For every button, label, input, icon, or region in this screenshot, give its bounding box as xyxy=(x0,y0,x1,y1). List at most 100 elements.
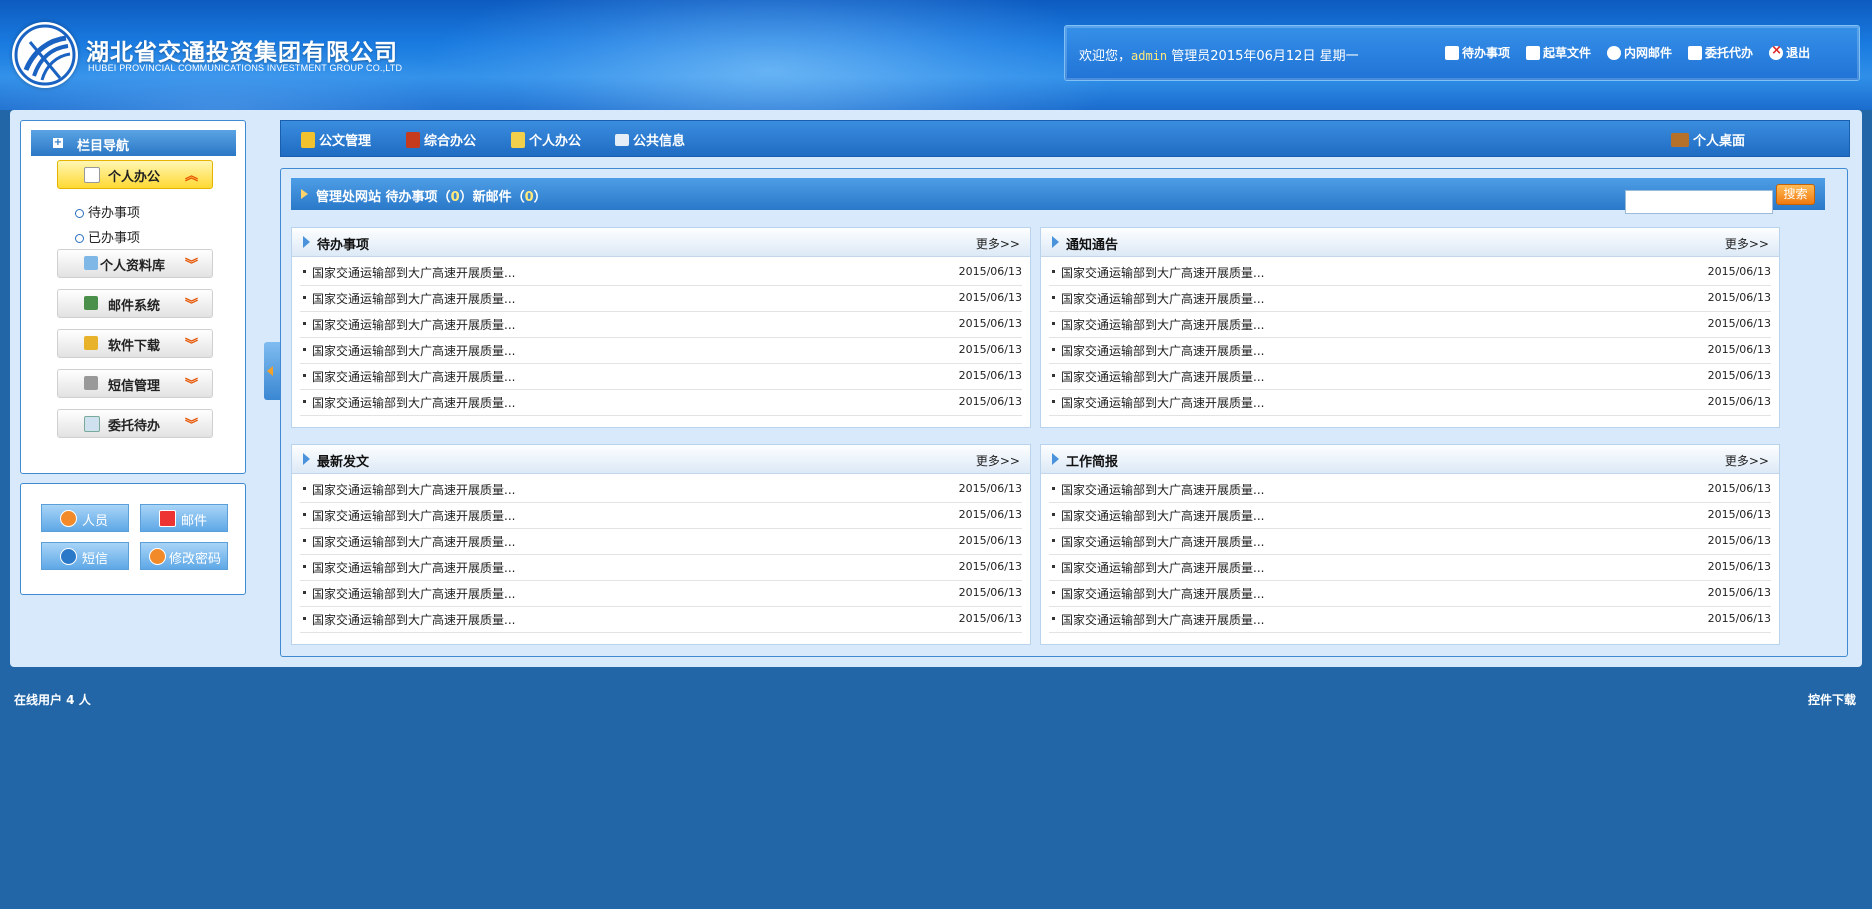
list-item[interactable]: 国家交通运输部到大广高速开展质量... 2015/06/13 xyxy=(1049,363,1771,390)
mail-button[interactable]: 邮件 xyxy=(140,504,228,532)
list-item[interactable]: 国家交通运输部到大广高速开展质量... 2015/06/13 xyxy=(1049,389,1771,416)
top-link-mail[interactable]: 内网邮件 xyxy=(1607,44,1672,61)
list-item[interactable]: 国家交通运输部到大广高速开展质量... 2015/06/13 xyxy=(300,389,1022,416)
plus-icon: + xyxy=(53,137,63,148)
chevron-up-icon: ︽ xyxy=(184,169,198,184)
list-item[interactable]: 国家交通运输部到大广高速开展质量... 2015/06/13 xyxy=(1049,259,1771,286)
triangle-icon xyxy=(303,236,310,248)
menu-personal-office[interactable]: 个人办公 xyxy=(511,130,581,149)
list-item[interactable]: 国家交通运输部到大广高速开展质量... 2015/06/13 xyxy=(1049,554,1771,581)
notepad-icon xyxy=(84,167,100,183)
subitem-todo[interactable]: 待办事项 xyxy=(75,202,140,221)
item-date: 2015/06/13 xyxy=(1707,369,1771,382)
download-icon xyxy=(84,336,98,350)
list-item[interactable]: 国家交通运输部到大广高速开展质量... 2015/06/13 xyxy=(300,606,1022,633)
item-title: 国家交通运输部到大广高速开展质量... xyxy=(312,509,516,523)
library-icon xyxy=(84,256,98,270)
sidebar-item-profile-library[interactable]: 个人资料库 ︾ xyxy=(57,249,213,278)
more-link[interactable]: 更多>> xyxy=(1725,452,1769,469)
top-menu: 公文管理 综合办公 个人办公 公共信息 个人桌面 xyxy=(280,120,1850,157)
sidebar-item-label: 短信管理 xyxy=(108,379,161,394)
menu-document-management[interactable]: 公文管理 xyxy=(301,130,371,149)
people-button[interactable]: 人员 xyxy=(41,504,129,532)
item-date: 2015/06/13 xyxy=(958,265,1022,278)
list-item[interactable]: 国家交通运输部到大广高速开展质量... 2015/06/13 xyxy=(300,311,1022,338)
folder-user-icon xyxy=(511,131,525,148)
chevron-down-icon: ︾ xyxy=(184,338,198,353)
logout-link[interactable]: 退出 xyxy=(1769,43,1810,61)
card-header: 工作简报 更多>> xyxy=(1041,445,1779,474)
sidebar-item-mail-system[interactable]: 邮件系统 ︾ xyxy=(57,289,213,318)
company-logo xyxy=(12,22,78,88)
bullet xyxy=(303,565,306,568)
top-link-delegate[interactable]: 委托代办 xyxy=(1688,44,1753,61)
sms-button[interactable]: 短信 xyxy=(41,542,129,570)
card-title: 通知通告 xyxy=(1066,238,1119,253)
list-item[interactable]: 国家交通运输部到大广高速开展质量... 2015/06/13 xyxy=(300,363,1022,390)
close-icon xyxy=(1769,43,1784,60)
folder-icon xyxy=(301,131,315,148)
subitem-done[interactable]: 已办事项 xyxy=(75,227,140,246)
desktop-icon xyxy=(1671,132,1689,147)
sidebar-item-personal-office[interactable]: 个人办公 ︽ xyxy=(57,160,213,189)
list-item[interactable]: 国家交通运输部到大广高速开展质量... 2015/06/13 xyxy=(300,337,1022,364)
item-date: 2015/06/13 xyxy=(1707,317,1771,330)
sidebar-item-delegate[interactable]: 委托待办 ︾ xyxy=(57,409,213,438)
list-item[interactable]: 国家交通运输部到大广高速开展质量... 2015/06/13 xyxy=(300,476,1022,503)
item-title: 国家交通运输部到大广高速开展质量... xyxy=(1061,396,1265,410)
list-item[interactable]: 国家交通运输部到大广高速开展质量... 2015/06/13 xyxy=(1049,311,1771,338)
bullet xyxy=(303,539,306,542)
list-item[interactable]: 国家交通运输部到大广高速开展质量... 2015/06/13 xyxy=(1049,580,1771,607)
list-item[interactable]: 国家交通运输部到大广高速开展质量... 2015/06/13 xyxy=(1049,476,1771,503)
list-item[interactable]: 国家交通运输部到大广高速开展质量... 2015/06/13 xyxy=(300,554,1022,581)
sidebar-item-software-download[interactable]: 软件下载 ︾ xyxy=(57,329,213,358)
search-button[interactable]: 搜索 xyxy=(1776,184,1815,205)
more-link[interactable]: 更多>> xyxy=(976,452,1020,469)
search-input[interactable] xyxy=(1625,190,1773,214)
list-item[interactable]: 国家交通运输部到大广高速开展质量... 2015/06/13 xyxy=(300,502,1022,529)
list-item[interactable]: 国家交通运输部到大广高速开展质量... 2015/06/13 xyxy=(300,259,1022,286)
menu-label: 公文管理 xyxy=(319,134,372,149)
list-item[interactable]: 国家交通运输部到大广高速开展质量... 2015/06/13 xyxy=(1049,606,1771,633)
content-area: 管理处网站 待办事项（0）新邮件（0） 搜索 待办事项 更多>> 国家交通运输部… xyxy=(280,168,1848,657)
list-item[interactable]: 国家交通运输部到大广高速开展质量... 2015/06/13 xyxy=(300,285,1022,312)
bullet xyxy=(303,617,306,620)
item-title: 国家交通运输部到大广高速开展质量... xyxy=(312,344,516,358)
top-link-todo[interactable]: 待办事项 xyxy=(1445,44,1510,61)
item-date: 2015/06/13 xyxy=(958,560,1022,573)
list-item[interactable]: 国家交通运输部到大广高速开展质量... 2015/06/13 xyxy=(1049,528,1771,555)
list-item[interactable]: 国家交通运输部到大广高速开展质量... 2015/06/13 xyxy=(1049,337,1771,364)
change-password-button[interactable]: 修改密码 xyxy=(140,542,228,570)
menu-public-info[interactable]: 公共信息 xyxy=(615,130,685,149)
quick-label: 邮件 xyxy=(181,514,208,529)
top-link-draft[interactable]: 起草文件 xyxy=(1526,44,1591,61)
list-item[interactable]: 国家交通运输部到大广高速开展质量... 2015/06/13 xyxy=(300,580,1022,607)
item-date: 2015/06/13 xyxy=(1707,586,1771,599)
mail-system-icon xyxy=(84,296,98,310)
item-date: 2015/06/13 xyxy=(958,343,1022,356)
quick-actions: 人员 邮件 短信 修改密码 xyxy=(20,483,246,595)
item-date: 2015/06/13 xyxy=(1707,343,1771,356)
menu-personal-desktop[interactable]: 个人桌面 xyxy=(1671,130,1745,149)
menu-general-office[interactable]: 综合办公 xyxy=(406,130,476,149)
triangle-icon xyxy=(1052,453,1059,465)
more-link[interactable]: 更多>> xyxy=(1725,235,1769,252)
company-name-en: HUBEI PROVINCIAL COMMUNICATIONS INVESTME… xyxy=(88,63,403,73)
user-icon xyxy=(60,510,77,527)
sidebar-item-label: 个人办公 xyxy=(108,170,161,185)
sidebar-collapse-toggle[interactable] xyxy=(264,342,280,400)
item-date: 2015/06/13 xyxy=(1707,508,1771,521)
item-title: 国家交通运输部到大广高速开展质量... xyxy=(1061,613,1265,627)
bullet xyxy=(1052,296,1055,299)
item-title: 国家交通运输部到大广高速开展质量... xyxy=(1061,266,1265,280)
list-item[interactable]: 国家交通运输部到大广高速开展质量... 2015/06/13 xyxy=(1049,502,1771,529)
item-date: 2015/06/13 xyxy=(958,482,1022,495)
mail-icon xyxy=(1607,45,1622,60)
chart-icon xyxy=(84,416,100,432)
list-item[interactable]: 国家交通运输部到大广高速开展质量... 2015/06/13 xyxy=(1049,285,1771,312)
more-link[interactable]: 更多>> xyxy=(976,235,1020,252)
item-date: 2015/06/13 xyxy=(958,395,1022,408)
sidebar-item-sms[interactable]: 短信管理 ︾ xyxy=(57,369,213,398)
download-controls-link[interactable]: 控件下载 xyxy=(1808,691,1856,708)
list-item[interactable]: 国家交通运输部到大广高速开展质量... 2015/06/13 xyxy=(300,528,1022,555)
